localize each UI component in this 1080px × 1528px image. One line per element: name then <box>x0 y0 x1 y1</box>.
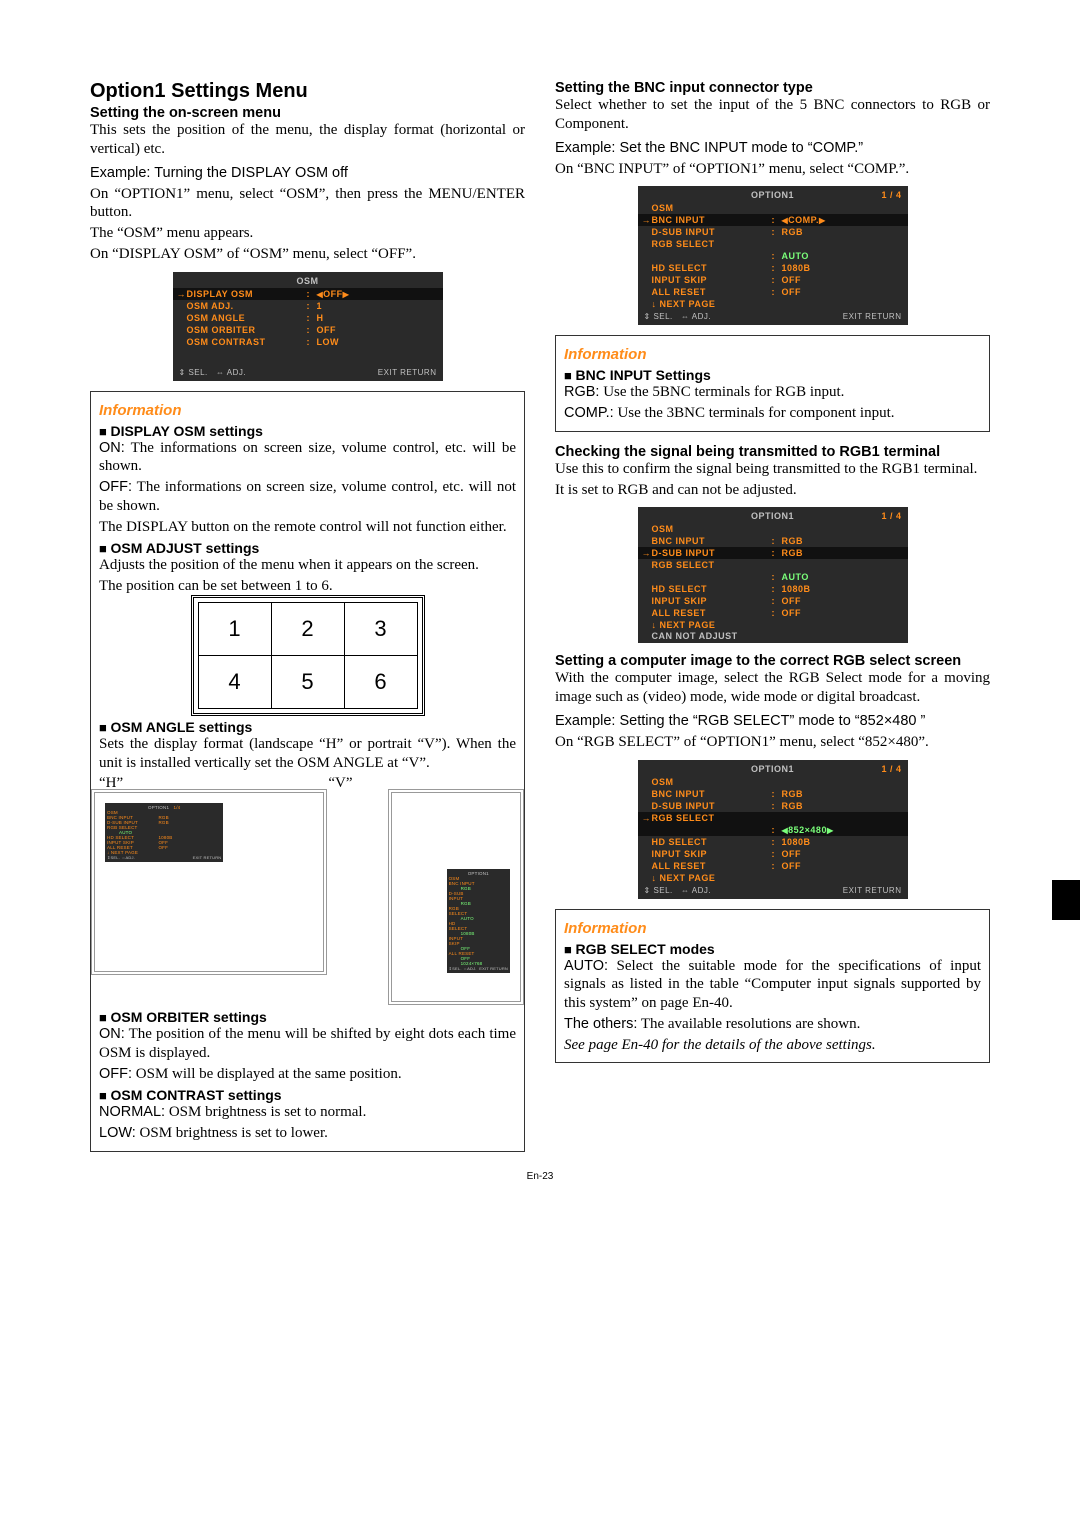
sub-heading: OSM ADJUST settings <box>99 540 516 556</box>
osd-panel-option1-bnc: OPTION11 / 4 OSM BNC INPUT:COMP. D-SUB I… <box>638 186 908 325</box>
heading-check-signal: Checking the signal being transmitted to… <box>555 444 990 460</box>
osd-panel-option1-rgbselect: OPTION11 / 4 OSM BNC INPUT:RGB D-SUB INP… <box>638 760 908 899</box>
sub-heading: OSM CONTRAST settings <box>99 1087 516 1103</box>
osd-panel-option1-dsub: OPTION11 / 4 OSM BNC INPUT:RGB D-SUB INP… <box>638 507 908 643</box>
para: The “OSM” menu appears. <box>90 224 525 243</box>
para: On “OPTION1” menu, select “OSM”, then pr… <box>90 185 525 223</box>
info-box-rgbselect: Information RGB SELECT modes AUTO: Selec… <box>555 909 990 1064</box>
para: On “DISPLAY OSM” of “OSM” menu, select “… <box>90 245 525 264</box>
section-title: Option1 Settings Menu <box>90 80 525 103</box>
osd-panel-osm: OSM DISPLAY OSM:OFF OSM ADJ.:1 OSM ANGLE… <box>173 272 443 381</box>
heading-onscreen-menu: Setting the on-screen menu <box>90 105 525 121</box>
thumb-index-tab <box>1052 880 1080 920</box>
page-footer: En-23 <box>0 1171 1080 1182</box>
right-column: Setting the BNC input connector type Sel… <box>555 80 990 1152</box>
info-heading: Information <box>99 402 516 419</box>
sub-heading: OSM ORBITER settings <box>99 1009 516 1025</box>
sub-heading: OSM ANGLE settings <box>99 719 516 735</box>
osd-title: OSM <box>296 276 318 286</box>
position-grid: 123 456 <box>198 602 418 709</box>
info-box-osm: Information DISPLAY OSM settings ON: The… <box>90 391 525 1152</box>
sub-heading: DISPLAY OSM settings <box>99 423 516 439</box>
example: Example: Turning the DISPLAY OSM off <box>90 165 525 181</box>
para: This sets the position of the menu, the … <box>90 121 525 159</box>
heading-bnc: Setting the BNC input connector type <box>555 80 990 96</box>
info-box-bnc: Information BNC INPUT Settings RGB: Use … <box>555 335 990 432</box>
left-column: Option1 Settings Menu Setting the on-scr… <box>90 80 525 1152</box>
screen-v-thumb: OPTION1 OSM BNC INPUT RGB D-SUB INPUT RG… <box>396 797 516 997</box>
heading-rgb-select: Setting a computer image to the correct … <box>555 653 990 669</box>
screen-h-thumb: OPTION1 1/4 OSM BNC INPUTRGB D-SUB INPUT… <box>99 797 319 967</box>
